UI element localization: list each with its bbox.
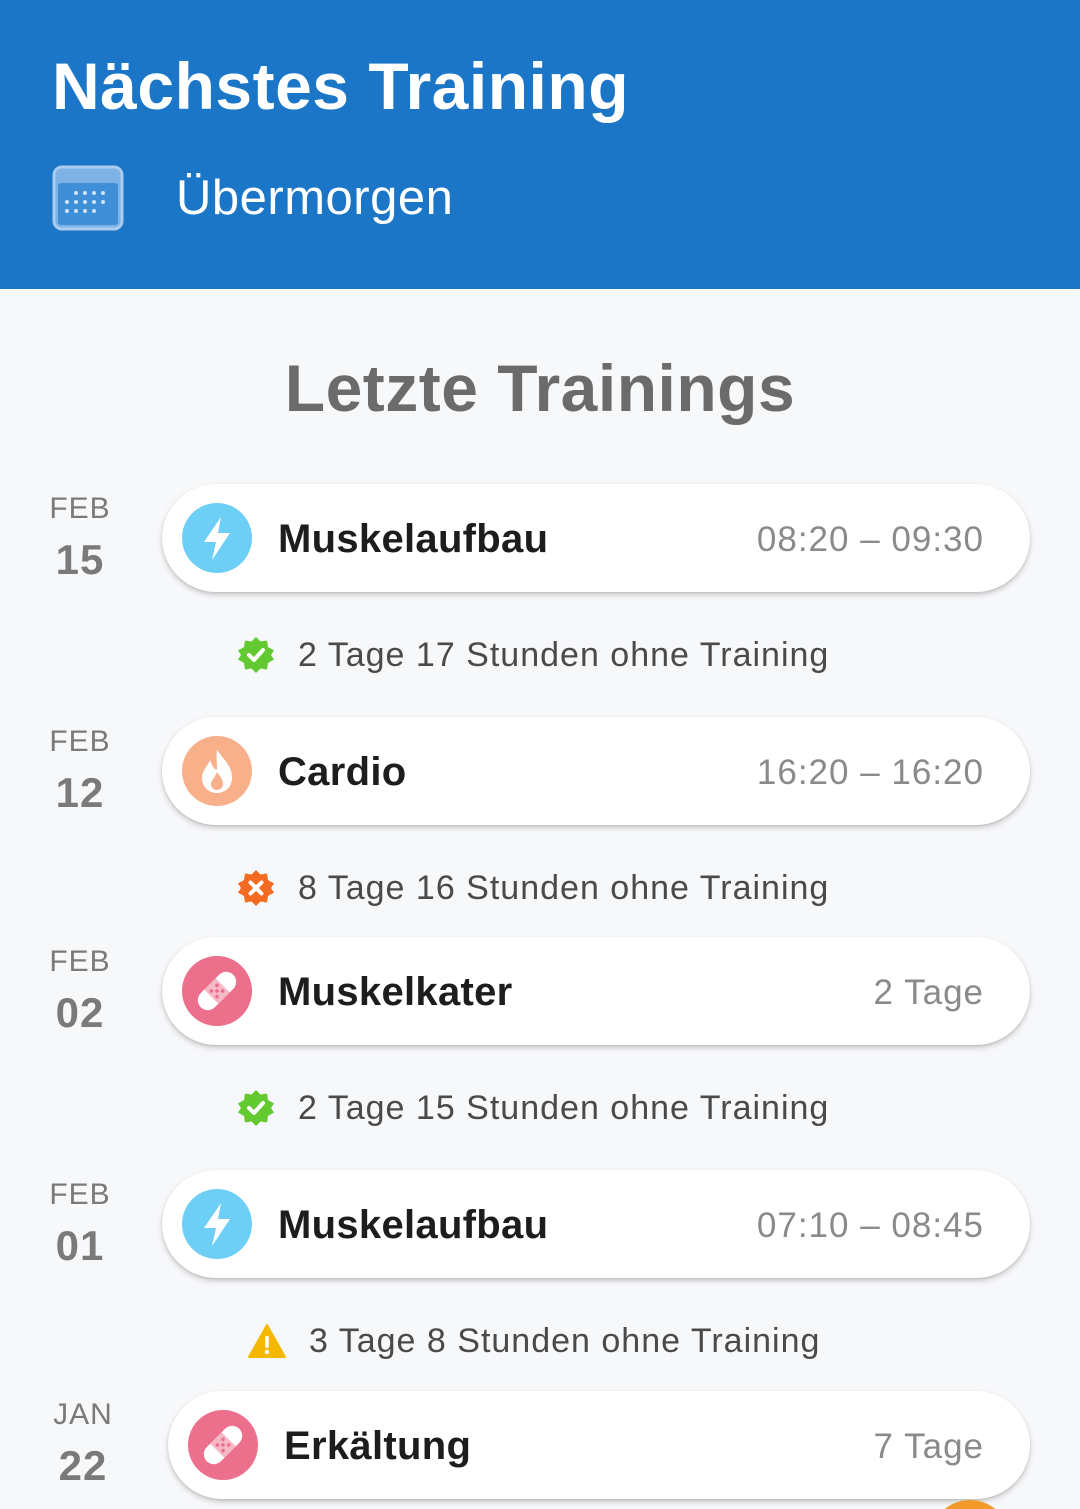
gap-text: 3 Tage 8 Stunden ohne Training — [309, 1321, 821, 1360]
training-name: Erkältung — [284, 1424, 472, 1468]
entry-day: 15 — [55, 536, 105, 583]
training-time: 16:20 – 16:20 — [756, 753, 984, 792]
entry-month: FEB — [49, 1178, 111, 1211]
entry-day: 12 — [55, 769, 105, 816]
training-card-muskelkater[interactable]: Muskelkater 2 Tage — [162, 937, 1030, 1045]
lightning-icon — [182, 1189, 252, 1259]
check-badge-icon — [236, 1088, 276, 1128]
gap-text: 2 Tage 17 Stunden ohne Training — [298, 635, 830, 674]
gap-info: 2 Tage 17 Stunden ohne Training — [236, 633, 829, 677]
lightning-icon — [182, 503, 252, 573]
section-title-recent-trainings: Letzte Trainings — [284, 351, 796, 425]
training-name: Muskelaufbau — [278, 517, 549, 561]
next-training-day: Übermorgen — [176, 171, 454, 225]
floating-action-button[interactable] — [930, 1500, 1010, 1509]
entry-date: FEB 15 — [30, 492, 130, 584]
gap-info: 8 Tage 16 Stunden ohne Training — [236, 866, 829, 910]
training-card-muskelaufbau[interactable]: Muskelaufbau 07:10 – 08:45 — [162, 1170, 1030, 1278]
entry-day: 02 — [55, 989, 105, 1036]
training-card-erkaeltung[interactable]: Erkältung 7 Tage — [168, 1391, 1030, 1499]
training-time: 07:10 – 08:45 — [756, 1206, 984, 1245]
entry-date: JAN 22 — [33, 1398, 133, 1490]
training-duration: 2 Tage — [873, 973, 984, 1012]
gap-info: 3 Tage 8 Stunden ohne Training — [247, 1319, 820, 1363]
entry-month: FEB — [49, 492, 111, 525]
gap-info: 2 Tage 15 Stunden ohne Training — [236, 1086, 829, 1130]
check-badge-icon — [236, 635, 276, 675]
gap-text: 8 Tage 16 Stunden ohne Training — [298, 868, 830, 907]
gap-text: 2 Tage 15 Stunden ohne Training — [298, 1088, 830, 1127]
training-card-muskelaufbau[interactable]: Muskelaufbau 08:20 – 09:30 — [162, 484, 1030, 592]
training-name: Muskelaufbau — [278, 1203, 549, 1247]
entry-month: JAN — [53, 1398, 113, 1431]
entry-date: FEB 01 — [30, 1178, 130, 1270]
next-training-header: Nächstes Training Übermorgen — [0, 0, 1080, 289]
calendar-icon — [52, 165, 124, 231]
entry-month: FEB — [49, 945, 111, 978]
training-name: Cardio — [278, 750, 407, 794]
training-name: Muskelkater — [278, 970, 513, 1014]
entry-date: FEB 02 — [30, 945, 130, 1037]
entry-date: FEB 12 — [30, 725, 130, 817]
training-time: 08:20 – 09:30 — [756, 520, 984, 559]
training-duration: 7 Tage — [873, 1427, 984, 1466]
entry-month: FEB — [49, 725, 111, 758]
entry-day: 01 — [55, 1222, 105, 1269]
warning-icon — [247, 1321, 287, 1361]
next-training-title: Nächstes Training — [52, 49, 630, 123]
x-badge-icon — [236, 868, 276, 908]
bandage-icon — [188, 1410, 258, 1480]
training-card-cardio[interactable]: Cardio 16:20 – 16:20 — [162, 717, 1030, 825]
flame-icon — [182, 736, 252, 806]
entry-day: 22 — [58, 1442, 108, 1489]
bandage-icon — [182, 956, 252, 1026]
